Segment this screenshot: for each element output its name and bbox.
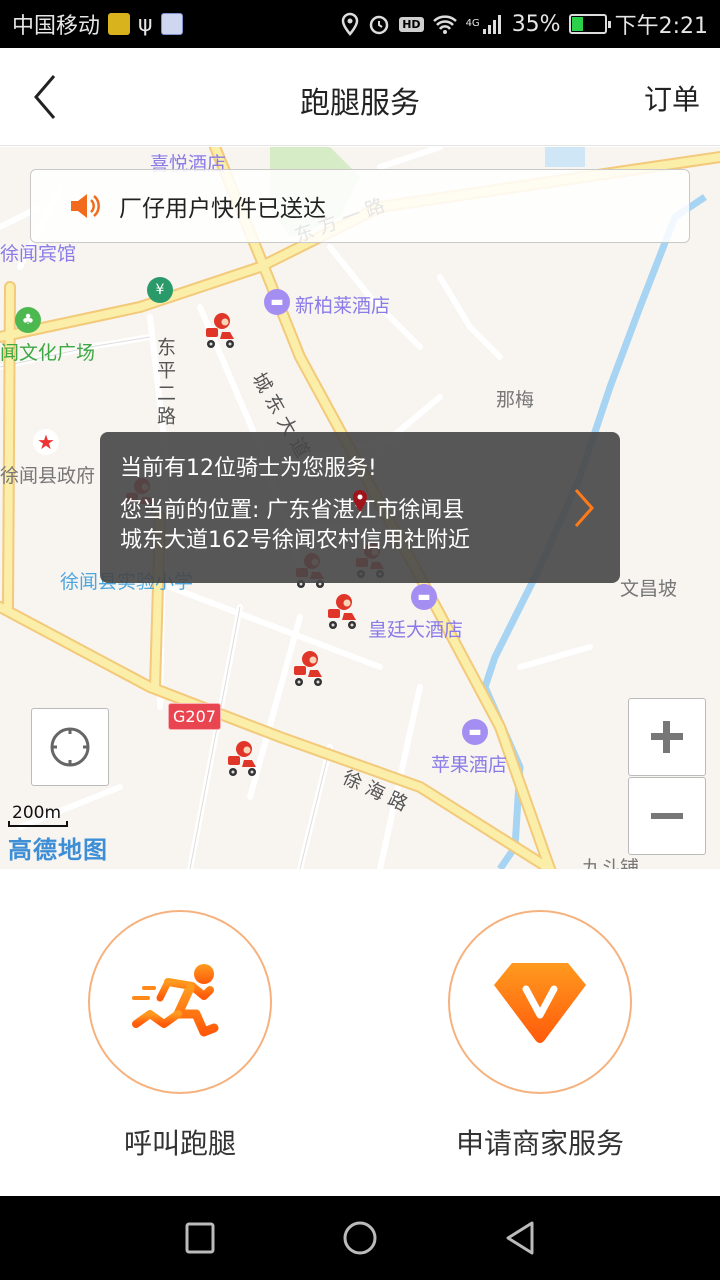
battery-level [571,17,583,31]
hotel-icon[interactable]: ▬ [462,719,488,745]
highway-shield: G207 [168,703,221,730]
rider-marker[interactable] [322,593,360,633]
poi-label[interactable]: 徐闻县政府 [0,461,95,488]
system-nav-bar [0,1196,720,1280]
minus-icon [651,813,683,819]
road-label: 东平二路 [154,337,176,429]
riders-count-text: 当前有12位骑士为您服务! [120,456,377,481]
poi-label[interactable]: 徐闻宾馆 [0,239,76,266]
service-actions: 呼叫跑腿 申请商家服务 [0,870,720,1196]
current-location-pin-icon [353,490,367,512]
status-bar: 中国移动 ψ HD 4G 35% 下午2:21 [0,0,720,48]
orders-button[interactable]: 订单 [644,78,700,118]
location-line-2: 城东大道162号徐闻农村信用社附近 [120,528,470,553]
map-scale: 200m [8,803,68,827]
rider-icon [206,313,234,348]
circle-icon [343,1221,377,1255]
notice-banner[interactable]: 厂仔用户快件已送达 [30,169,690,243]
rider-marker[interactable] [222,740,260,780]
bank-icon[interactable]: ¥ [147,277,173,303]
map-view[interactable]: 喜悦酒店 徐闻宾馆 东方一路 ¥ ▬ 新柏莱酒店 ♣ 闻文化广场 东平二路 城东… [0,147,720,869]
notice-text: 厂仔用户快件已送达 [119,196,326,222]
usb-icon: ψ [138,11,153,37]
map-provider-logo: 高德地图 [8,836,108,864]
hd-icon: HD [399,16,424,32]
rider-icon [294,651,322,686]
place-label: 文昌坡 [620,578,678,600]
network-type: 4G [465,18,480,29]
locate-button[interactable] [31,708,109,786]
star-icon[interactable]: ★ [33,429,59,455]
home-button[interactable] [340,1218,380,1258]
park-icon[interactable]: ♣ [15,307,41,333]
poi-label[interactable]: 新柏莱酒店 [295,291,390,318]
baidu-icon [160,13,183,35]
app-notification-icon [108,13,131,35]
battery-icon [568,14,611,34]
speaker-icon [71,194,100,218]
triangle-back-icon [506,1221,534,1255]
chevron-right-icon[interactable] [572,487,596,529]
runner-icon [132,964,219,1037]
recent-apps-button[interactable] [180,1218,220,1258]
square-icon [185,1222,215,1254]
rider-marker[interactable] [200,312,238,352]
plus-icon [651,721,683,753]
apply-merchant-button[interactable]: 申请商家服务 [430,910,650,1162]
scale-text: 200m [12,803,62,823]
apply-merchant-label: 申请商家服务 [455,1127,624,1160]
rider-icon [228,741,256,776]
signal-icon [482,15,501,34]
call-runner-circle[interactable] [88,910,272,1094]
place-label: 那梅 [496,389,535,411]
back-nav-button[interactable] [500,1218,540,1258]
rider-marker[interactable] [288,650,326,690]
alarm-icon [369,15,389,35]
rider-icon [328,594,356,629]
call-runner-button[interactable]: 呼叫跑腿 [70,910,290,1162]
zoom-out-button[interactable] [628,777,706,855]
crosshair-icon [50,727,90,767]
poi-label[interactable]: 闻文化广场 [0,338,95,365]
app-header: 跑腿服务 订单 [0,48,720,146]
hotel-icon[interactable]: ▬ [264,289,290,315]
hotel-icon[interactable]: ▬ [411,584,437,610]
diamond-v-icon [494,963,586,1043]
apply-merchant-circle[interactable] [448,910,632,1094]
wifi-icon [432,15,457,34]
carrier-name: 中国移动 [12,14,101,39]
page-title: 跑腿服务 [300,86,420,121]
poi-label[interactable]: 苹果酒店 [431,750,507,777]
call-runner-label: 呼叫跑腿 [123,1127,236,1160]
place-label: 九斗铺 [582,857,640,869]
clock: 下午2:21 [614,14,708,39]
battery-percent: 35% [511,11,561,37]
location-icon [341,12,359,36]
poi-label[interactable]: 皇廷大酒店 [368,615,463,642]
zoom-in-button[interactable] [628,698,706,776]
